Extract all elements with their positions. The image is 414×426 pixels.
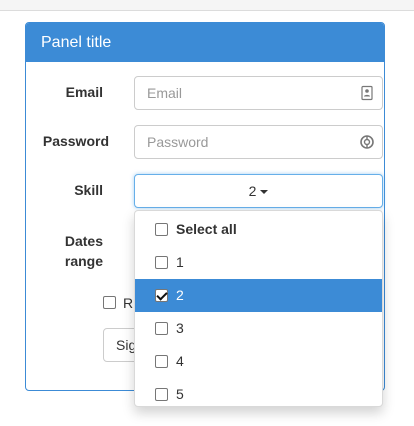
dropdown-item-4[interactable]: 4 — [135, 345, 382, 378]
option-checkbox[interactable] — [155, 289, 168, 302]
remember-checkbox[interactable] — [103, 296, 116, 309]
option-checkbox[interactable] — [155, 322, 168, 335]
remember-label: R — [123, 295, 134, 311]
dates-label-line1: Dates — [64, 233, 103, 249]
skill-select-button[interactable]: 2 — [134, 174, 383, 208]
password-field[interactable] — [135, 126, 382, 158]
email-label: Email — [65, 84, 103, 100]
email-field-wrapper — [134, 76, 383, 110]
dropdown-item-label: 1 — [176, 254, 184, 270]
dropdown-item-label: Select all — [176, 221, 237, 237]
password-field-wrapper — [134, 125, 383, 159]
dropdown-item-label: 2 — [176, 287, 184, 303]
password-label: Password — [42, 133, 109, 149]
caret-down-icon — [260, 190, 269, 195]
dropdown-item-label: 4 — [176, 353, 184, 369]
dropdown-item-2[interactable]: 2 — [135, 279, 382, 312]
skill-selected-value: 2 — [248, 183, 257, 199]
dropdown-item-3[interactable]: 3 — [135, 312, 382, 345]
top-strip — [0, 0, 414, 11]
option-checkbox[interactable] — [155, 388, 168, 401]
dropdown-item-label: 3 — [176, 320, 184, 336]
contact-card-icon — [361, 85, 373, 101]
email-field[interactable] — [135, 77, 382, 109]
lifebuoy-icon — [360, 135, 374, 149]
dates-label-line2: range — [64, 253, 103, 269]
panel-title: Panel title — [26, 23, 384, 62]
skill-dropdown-menu: Select all 1 2 3 4 5 — [134, 210, 383, 407]
option-checkbox[interactable] — [155, 256, 168, 269]
dropdown-item-label: 5 — [176, 386, 184, 402]
option-checkbox[interactable] — [155, 355, 168, 368]
dropdown-item-1[interactable]: 1 — [135, 246, 382, 279]
dropdown-item-5[interactable]: 5 — [135, 378, 382, 406]
dropdown-item-select-all[interactable]: Select all — [135, 213, 382, 246]
select-all-checkbox[interactable] — [155, 223, 168, 236]
skill-label: Skill — [74, 182, 103, 198]
dates-range-label: Dates range — [25, 231, 103, 271]
